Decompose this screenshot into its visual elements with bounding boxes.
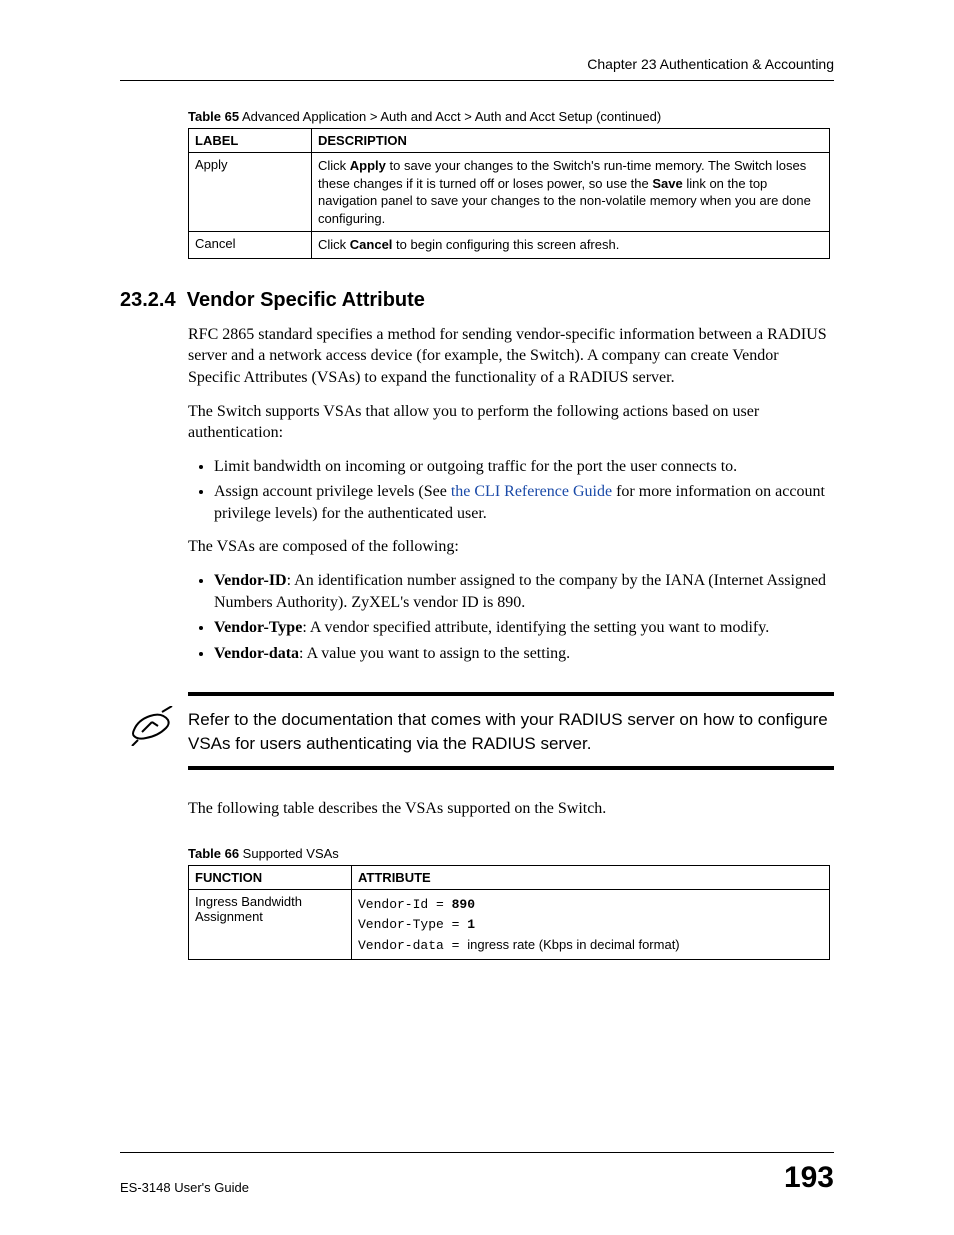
text: Click (318, 158, 350, 173)
section-number: 23.2.4 (120, 289, 176, 311)
note-text: Refer to the documentation that comes wi… (188, 706, 834, 756)
list-item: Vendor-Type: A vendor specified attribut… (214, 617, 834, 639)
paragraph: RFC 2865 standard specifies a method for… (188, 324, 834, 389)
table66-header-function: FUNCTION (189, 865, 352, 889)
section-heading: 23.2.4 Vendor Specific Attribute (120, 289, 834, 312)
list-item: Limit bandwidth on incoming or outgoing … (214, 456, 834, 478)
table65-row0-desc: Click Apply to save your changes to the … (312, 153, 830, 232)
text: ingress rate (Kbps in decimal format) (467, 937, 679, 952)
table66-header-attribute: ATTRIBUTE (352, 865, 830, 889)
text: Click (318, 237, 350, 252)
table66-caption: Table 66 Supported VSAs (188, 846, 834, 861)
table65-header-description: DESCRIPTION (312, 129, 830, 153)
table65-row1-label: Cancel (189, 232, 312, 259)
paragraph: The VSAs are composed of the following: (188, 536, 834, 558)
code-text: Vendor-data = (358, 938, 467, 953)
running-header: Chapter 23 Authentication & Accounting (120, 56, 834, 80)
bullet-list: Vendor-ID: An identification number assi… (188, 570, 834, 664)
code-text: Vendor-Id = (358, 897, 452, 912)
table65-caption-rest: Advanced Application > Auth and Acct > A… (239, 109, 661, 124)
table65-caption: Table 65 Advanced Application > Auth and… (188, 109, 834, 124)
term: Vendor-Type (214, 619, 302, 636)
list-item: Vendor-ID: An identification number assi… (214, 570, 834, 613)
table65: LABEL DESCRIPTION Apply Click Apply to s… (188, 128, 830, 259)
text: to begin configuring this screen afresh. (392, 237, 619, 252)
paragraph: The Switch supports VSAs that allow you … (188, 401, 834, 444)
definition: : A vendor specified attribute, identify… (302, 619, 769, 636)
table65-caption-bold: Table 65 (188, 109, 239, 124)
table65-row0-label: Apply (189, 153, 312, 232)
definition: : A value you want to assign to the sett… (299, 645, 570, 662)
note-block: Refer to the documentation that comes wi… (120, 692, 834, 770)
table66-caption-rest: Supported VSAs (239, 846, 339, 861)
definition: : An identification number assigned to t… (214, 572, 826, 611)
table66-row0-function: Ingress Bandwidth Assignment (189, 889, 352, 960)
code-bold: 890 (452, 897, 475, 912)
header-rule (120, 80, 834, 81)
term: Vendor-ID (214, 572, 287, 589)
code-text: Vendor-Type = (358, 917, 467, 932)
text-bold: Cancel (350, 237, 393, 252)
table-row: Cancel Click Cancel to begin configuring… (189, 232, 830, 259)
table66-caption-bold: Table 66 (188, 846, 239, 861)
note-rule-top (188, 692, 834, 696)
bullet-list: Limit bandwidth on incoming or outgoing … (188, 456, 834, 525)
table-row: Apply Click Apply to save your changes t… (189, 153, 830, 232)
page-footer: ES-3148 User's Guide 193 (120, 1152, 834, 1195)
table-row: Ingress Bandwidth Assignment Vendor-Id =… (189, 889, 830, 960)
paragraph: The following table describes the VSAs s… (188, 798, 834, 820)
list-item: Assign account privilege levels (See the… (214, 481, 834, 524)
text: Assign account privilege levels (See (214, 483, 451, 500)
text-bold: Save (652, 176, 682, 191)
section-title: Vendor Specific Attribute (187, 289, 425, 311)
note-rule-bottom (188, 766, 834, 770)
footer-guide-name: ES-3148 User's Guide (120, 1180, 249, 1195)
footer-rule (120, 1152, 834, 1153)
table66-row0-attribute: Vendor-Id = 890 Vendor-Type = 1 Vendor-d… (352, 889, 830, 960)
text-bold: Apply (350, 158, 386, 173)
note-icon (128, 706, 178, 751)
table65-row1-desc: Click Cancel to begin configuring this s… (312, 232, 830, 259)
code-bold: 1 (467, 917, 475, 932)
table65-header-label: LABEL (189, 129, 312, 153)
link-cli-reference-guide[interactable]: the CLI Reference Guide (451, 483, 612, 500)
page-number: 193 (784, 1161, 834, 1195)
term: Vendor-data (214, 645, 299, 662)
table66: FUNCTION ATTRIBUTE Ingress Bandwidth Ass… (188, 865, 830, 961)
list-item: Vendor-data: A value you want to assign … (214, 643, 834, 665)
